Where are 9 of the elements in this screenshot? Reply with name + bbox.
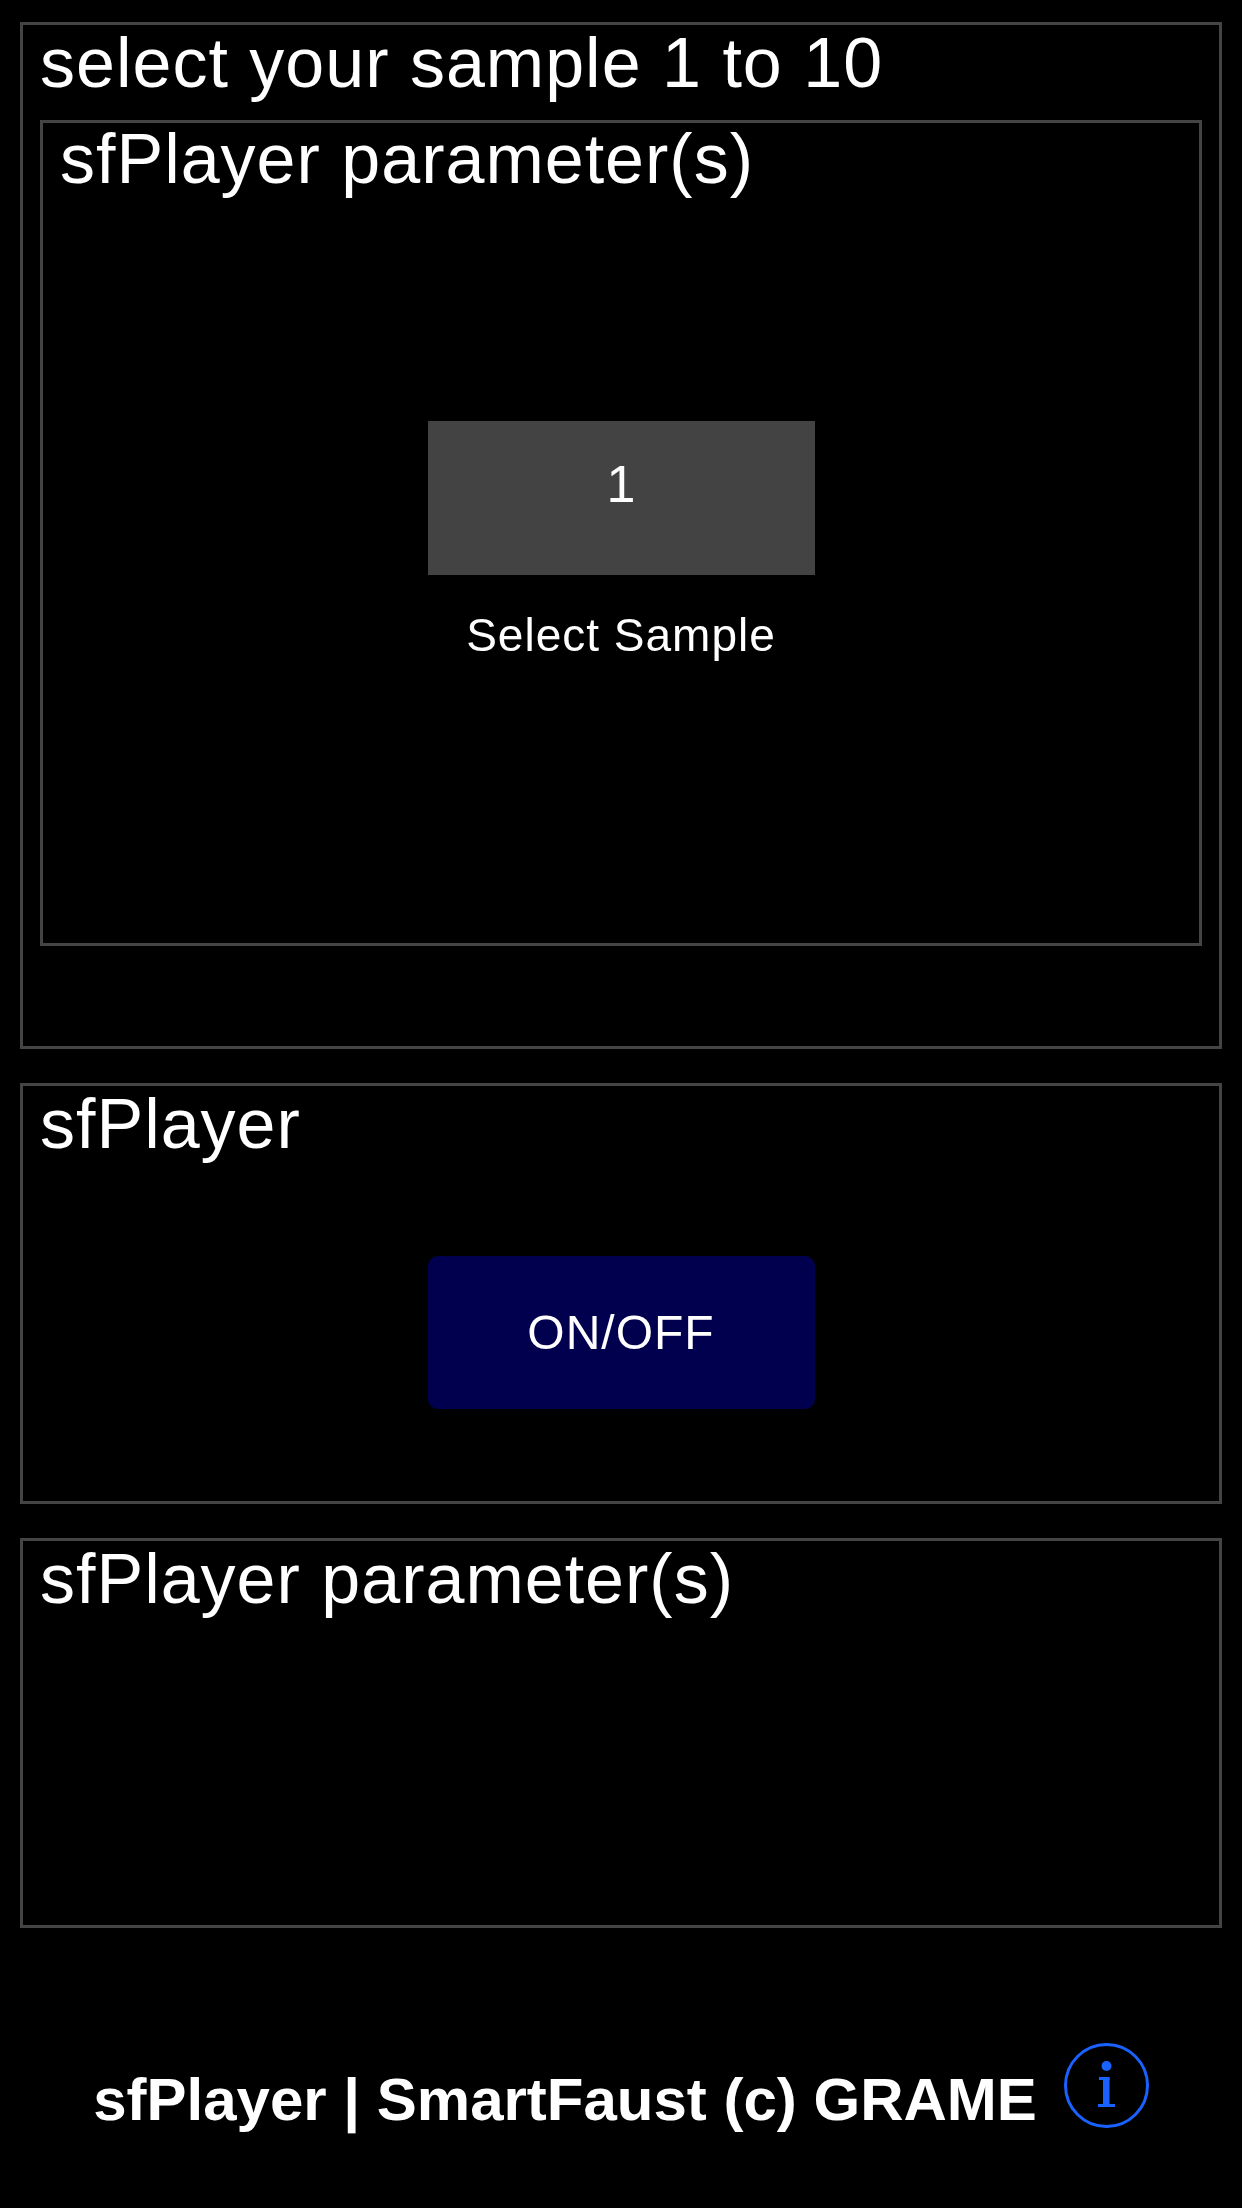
- footer-text: sfPlayer | SmartFaust (c) GRAME: [93, 2065, 1037, 2135]
- panel-title: sfPlayer: [40, 1086, 301, 1163]
- field-label: Select Sample: [466, 608, 776, 662]
- info-icon[interactable]: [1063, 2043, 1149, 2128]
- panel-title: select your sample 1 to 10: [40, 25, 884, 102]
- panel-title: sfPlayer parameter(s): [40, 1541, 734, 1618]
- number-field[interactable]: 1: [427, 421, 815, 575]
- on-off-button[interactable]: ON/OFF: [427, 1255, 815, 1409]
- panel-title: sfPlayer parameter(s): [60, 123, 754, 196]
